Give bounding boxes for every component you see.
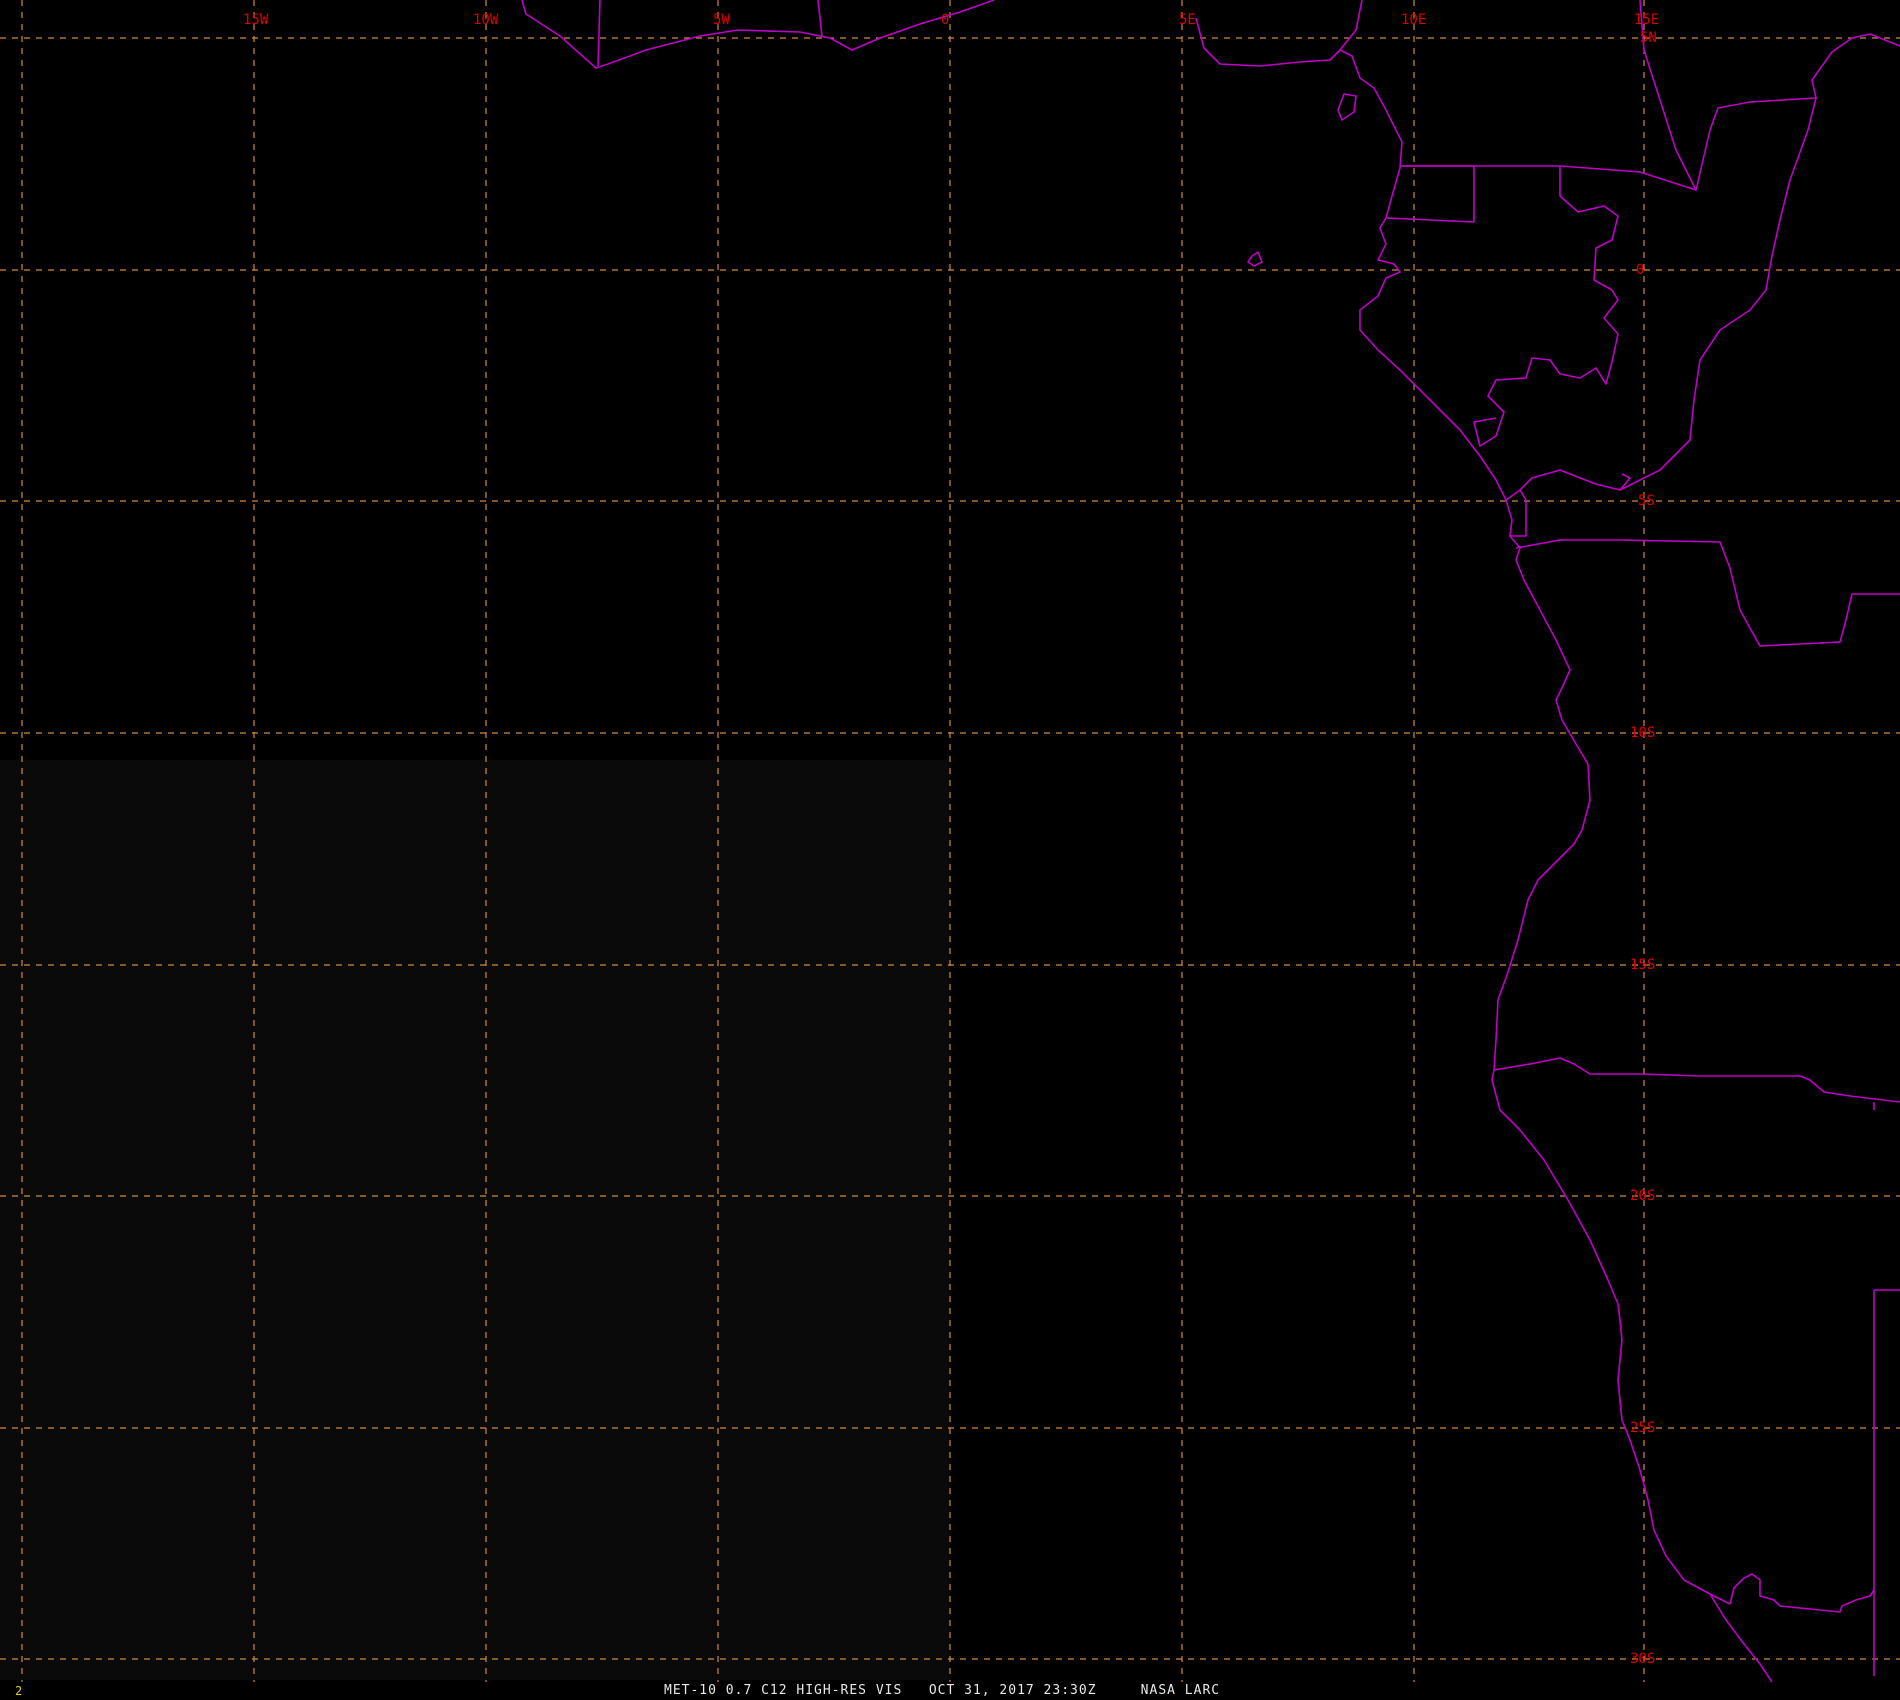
lat-label-5s: 5S (1638, 493, 1655, 509)
lon-label-0: 0 (941, 12, 949, 28)
lon-label-10w: 10W (473, 12, 499, 28)
image-datetime: OCT 31, 2017 23:30Z (928, 1683, 1097, 1698)
lat-label-10s: 10S (1630, 725, 1655, 741)
ocean-shade (0, 760, 950, 1680)
lon-label-10e: 10E (1401, 12, 1426, 28)
lon-label-5w: 5W (713, 12, 730, 28)
agency-name: NASA LARC (1140, 1683, 1221, 1698)
lon-label-5e: 5E (1179, 12, 1196, 28)
lat-label-5n: 5N (1640, 30, 1657, 46)
lat-label-20s: 20S (1630, 1188, 1655, 1204)
lat-label-0: 0 (1636, 262, 1644, 278)
lon-label-15e: 15E (1634, 12, 1659, 28)
product-name: MET-10 0.7 C12 HIGH-RES VIS (664, 1683, 903, 1698)
image-caption: MET-10 0.7 C12 HIGH-RES VIS OCT 31, 2017… (664, 1683, 1220, 1698)
lon-label-15w: 15W (243, 12, 269, 28)
frame-number: 2 (15, 1684, 23, 1698)
lat-label-25s: 25S (1630, 1420, 1655, 1436)
lat-label-15s: 15S (1630, 957, 1655, 973)
lat-label-30s: 30S (1630, 1651, 1655, 1667)
satellite-map: 15W 10W 5W 0 5E 10E 15E 5N 0 5S 10S 15S … (0, 0, 1900, 1700)
